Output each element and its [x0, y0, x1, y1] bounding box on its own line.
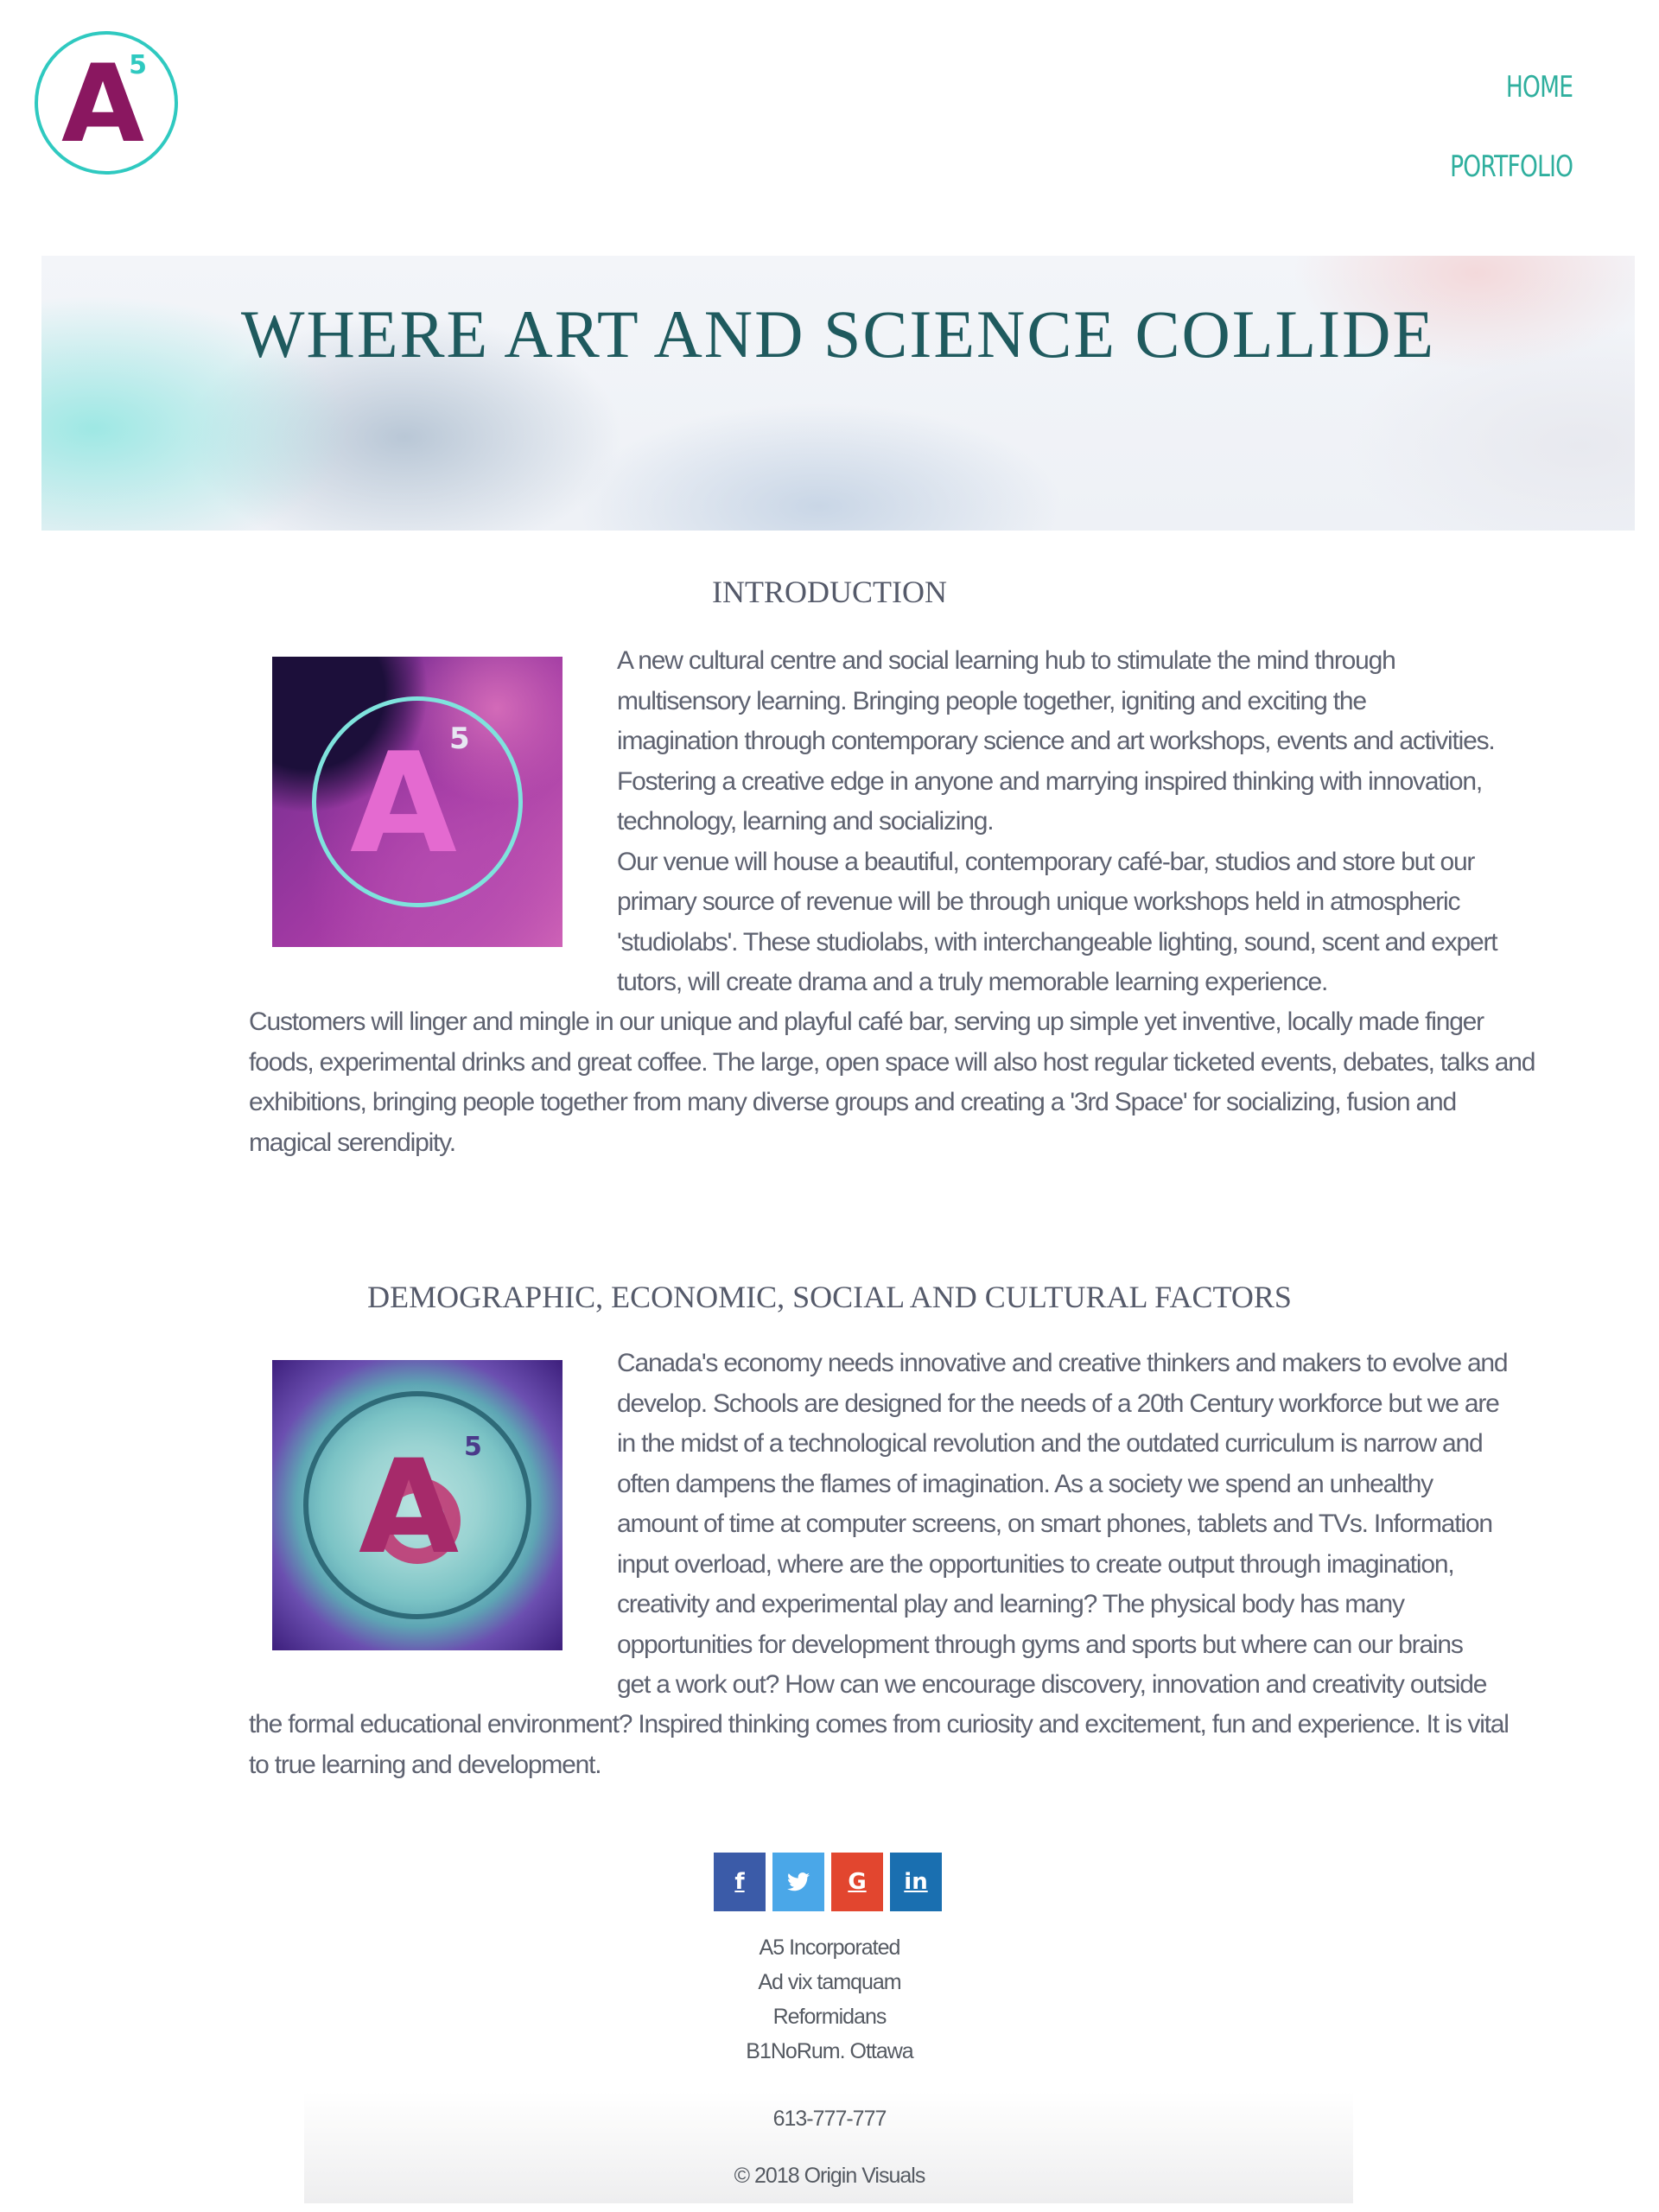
footer-address-line: Ad vix tamquam	[758, 1970, 901, 1994]
hero-banner: WHERE ART AND SCIENCE COLLIDE	[41, 256, 1635, 531]
introduction-wide-paragraph: Customers will linger and mingle in our …	[249, 1002, 1535, 1163]
factors-wide-paragraph: the formal educational environment? Insp…	[249, 1705, 1510, 1785]
google-icon: G	[848, 1869, 867, 1895]
text-line: creativity and experimental play and lea…	[617, 1590, 1405, 1618]
footer-company: A5 Incorporated	[759, 1936, 901, 1960]
introduction-image: A 5	[272, 657, 563, 947]
logo-superscript: 5	[129, 50, 147, 80]
footer-copyright: © 2018 Origin Visuals	[734, 2164, 926, 2188]
nav-portfolio-link[interactable]: PORTFOLIO	[1450, 152, 1573, 181]
twitter-icon	[787, 1872, 810, 1891]
text-line: Our venue will house a beautiful, contem…	[617, 847, 1475, 876]
facebook-button[interactable]: f	[714, 1853, 766, 1911]
footer-address-line: Reformidans	[772, 2005, 887, 2029]
footer-phone: 613-777-777	[772, 2107, 887, 2131]
social-buttons: f G in	[714, 1853, 942, 1911]
image-superscript: 5	[464, 1432, 482, 1462]
text-line: often dampens the flames of imagination.…	[617, 1469, 1433, 1498]
image-superscript: 5	[449, 721, 470, 756]
hero-title: WHERE ART AND SCIENCE COLLIDE	[240, 296, 1436, 372]
page: A 5 HOME PORTFOLIO WHERE ART AND SCIENCE…	[0, 0, 1659, 2212]
text-line: foods, experimental drinks and great cof…	[249, 1047, 1535, 1077]
google-button[interactable]: G	[831, 1853, 883, 1911]
text-line: opportunities for development through gy…	[617, 1630, 1464, 1659]
text-line: amount of time at computer screens, on s…	[617, 1510, 1493, 1538]
text-line: A new cultural centre and social learnin…	[617, 646, 1396, 675]
text-line: input overload, where are the opportunit…	[617, 1549, 1455, 1579]
site-logo[interactable]: A 5	[35, 31, 178, 175]
text-line: get a work out? How can we encourage dis…	[617, 1670, 1487, 1699]
twitter-button[interactable]	[772, 1853, 824, 1911]
factors-paragraph: Canada's economy needs innovative and cr…	[617, 1344, 1509, 1706]
main-nav: HOME PORTFOLIO	[1415, 73, 1573, 232]
facebook-icon: f	[734, 1869, 745, 1895]
text-line: Customers will linger and mingle in our …	[249, 1007, 1484, 1036]
introduction-paragraph: A new cultural centre and social learnin…	[617, 641, 1498, 1003]
text-line: 'studiolabs'. These studiolabs, with int…	[617, 927, 1498, 957]
nav-home-link[interactable]: HOME	[1450, 73, 1573, 102]
factors-image: A 5	[272, 1360, 563, 1650]
text-line: Canada's economy needs innovative and cr…	[617, 1349, 1509, 1377]
linkedin-button[interactable]: in	[890, 1853, 942, 1911]
text-line: exhibitions, bringing people together fr…	[249, 1088, 1457, 1116]
image-letter: A	[359, 1433, 460, 1583]
text-line: in the midst of a technological revoluti…	[617, 1429, 1484, 1458]
text-line: primary source of revenue will be throug…	[617, 887, 1460, 916]
text-line: Fostering a creative edge in anyone and …	[617, 766, 1483, 796]
text-line: technology, learning and socializing.	[617, 807, 995, 836]
text-line: magical serendipity.	[249, 1128, 456, 1157]
factors-heading: DEMOGRAPHIC, ECONOMIC, SOCIAL AND CULTUR…	[367, 1280, 1292, 1314]
footer-city: B1NoRum. Ottawa	[746, 2039, 913, 2063]
text-line: develop. Schools are designed for the ne…	[617, 1389, 1500, 1418]
text-line: multisensory learning. Bringing people t…	[617, 686, 1367, 715]
text-line: to true learning and development.	[249, 1750, 602, 1779]
text-line: imagination through contemporary science…	[617, 727, 1496, 755]
text-line: tutors, will create drama and a truly me…	[617, 968, 1328, 996]
text-line: the formal educational environment? Insp…	[249, 1710, 1510, 1738]
linkedin-icon: in	[904, 1869, 928, 1895]
introduction-heading: INTRODUCTION	[712, 575, 947, 609]
image-letter: A	[350, 722, 457, 884]
